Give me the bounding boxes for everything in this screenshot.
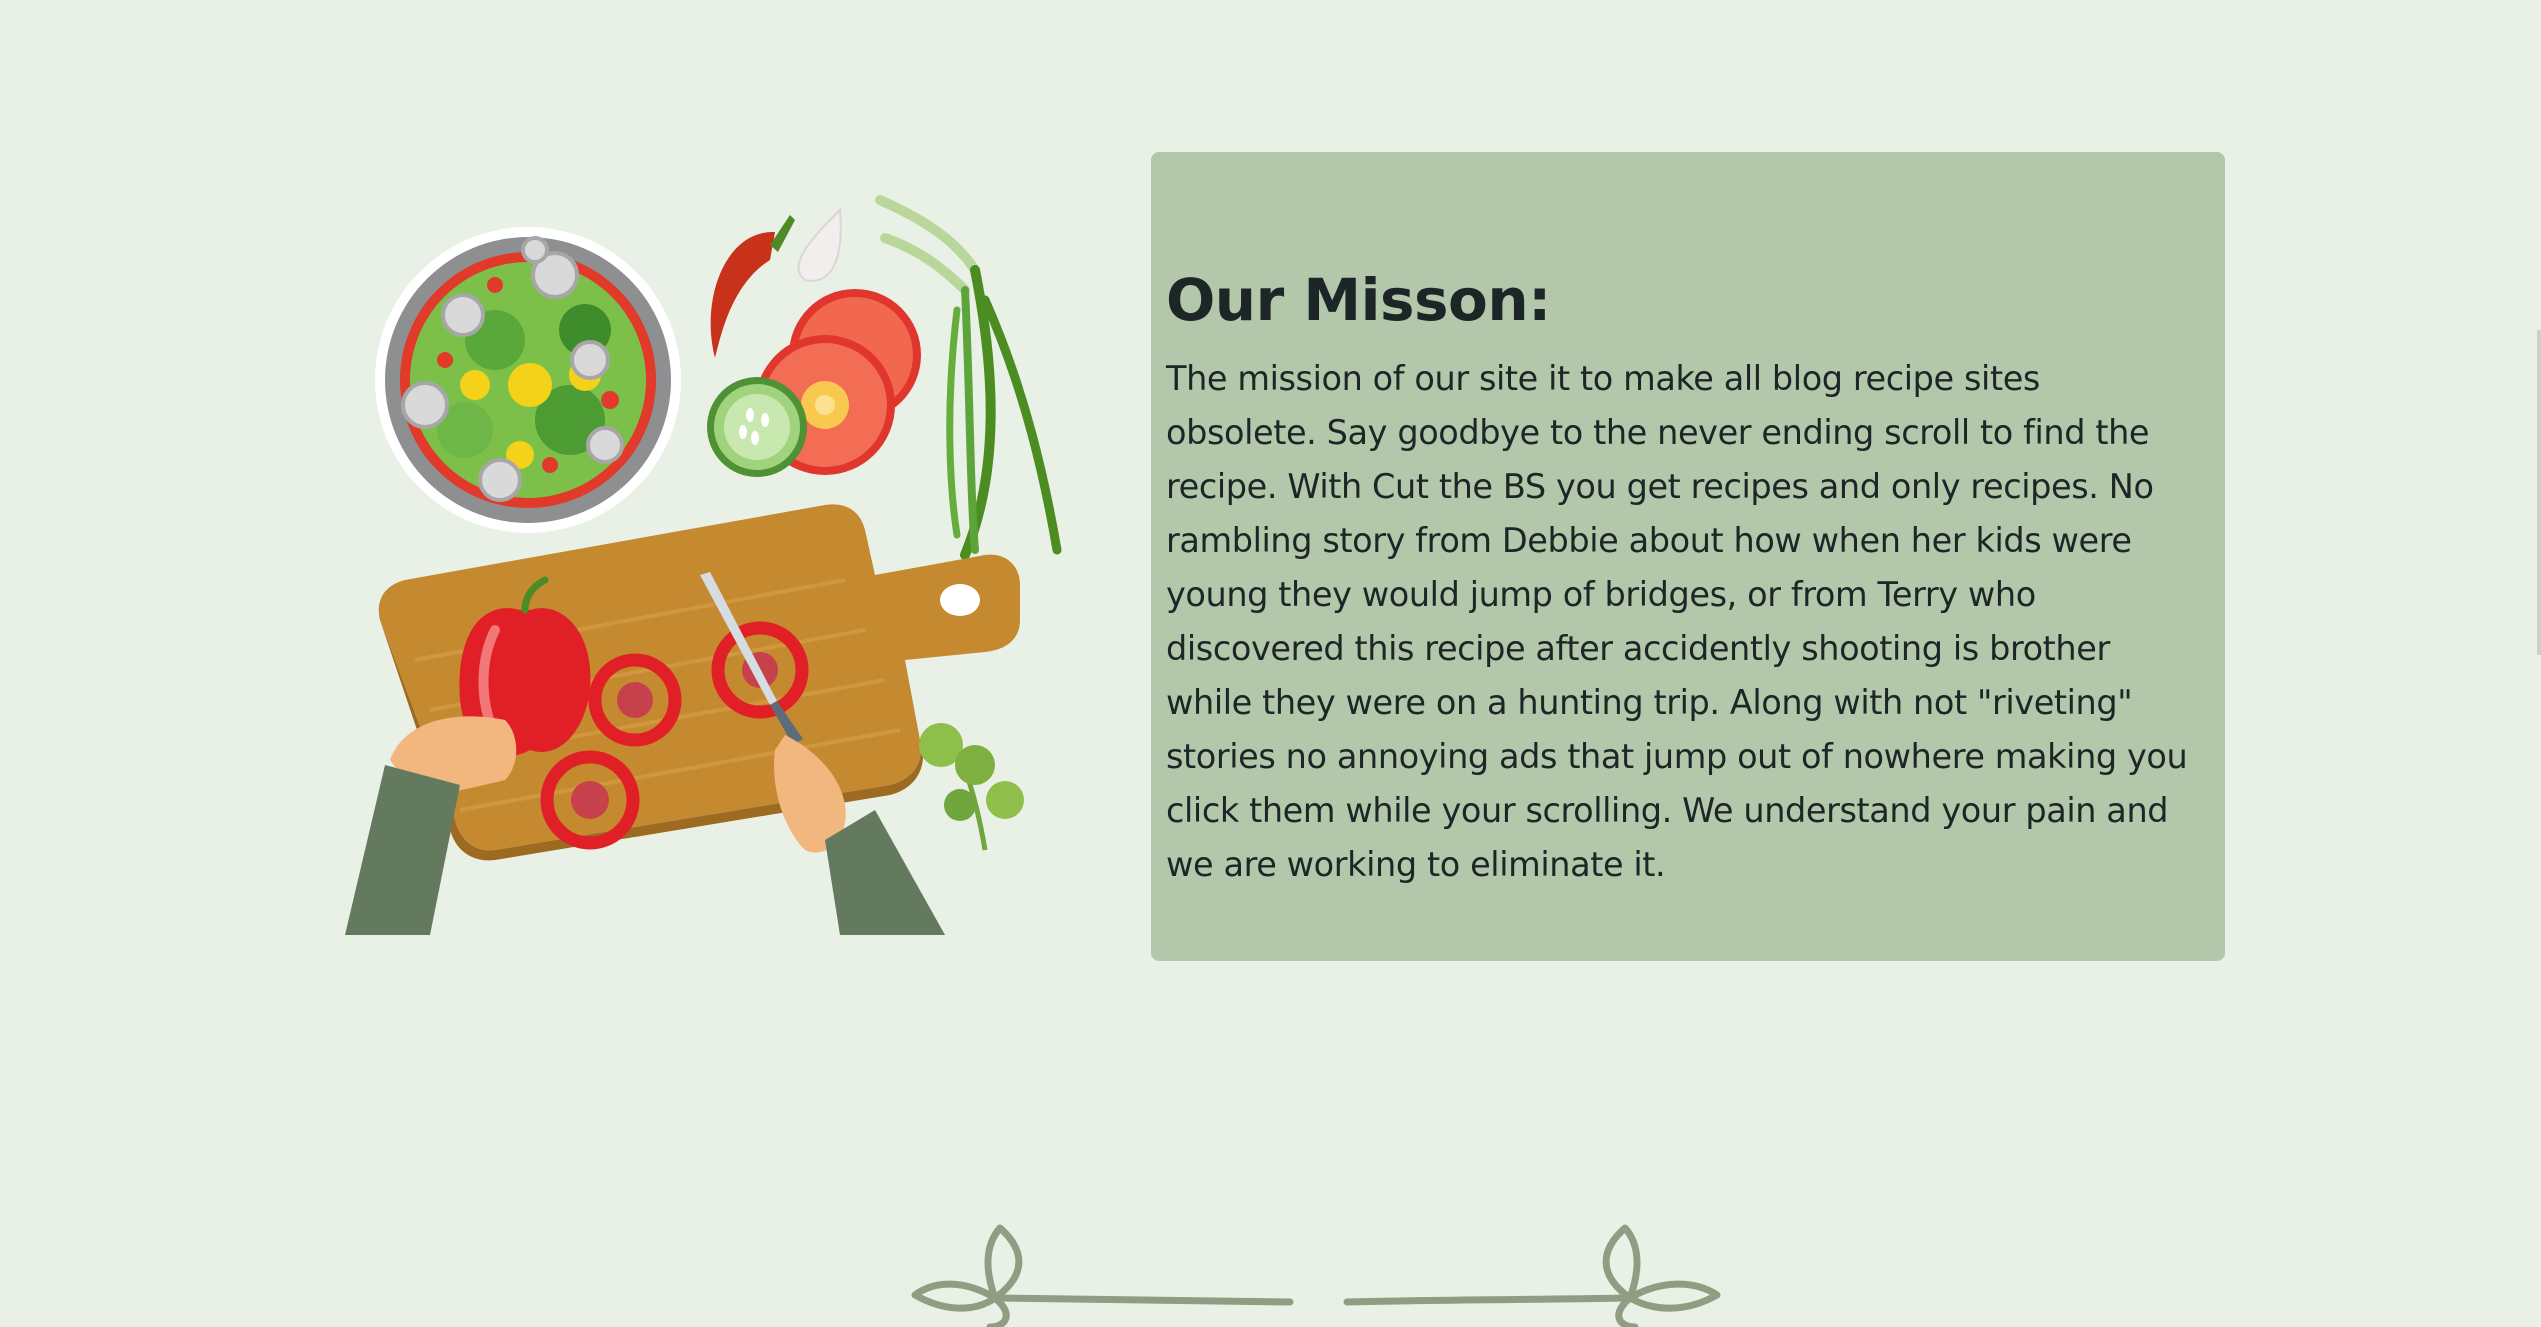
cucumber-slice-icon [707,377,807,477]
scrollbar-thumb[interactable] [2537,330,2541,655]
salad-bowl-icon [375,227,681,533]
mission-text: The mission of our site it to make all b… [1166,359,2188,884]
page: Our Misson: The mission of our site it t… [0,0,2541,1327]
leaf-arrow-divider-icon [911,1224,1721,1327]
mission-card: Our Misson: The mission of our site it t… [1151,152,2225,961]
mission-title: Our Misson: [1166,266,1551,334]
garlic-icon [797,207,842,282]
parsley-icon [919,723,1024,851]
cooking-illustration [345,195,1062,935]
chili-pepper-icon [710,215,795,358]
